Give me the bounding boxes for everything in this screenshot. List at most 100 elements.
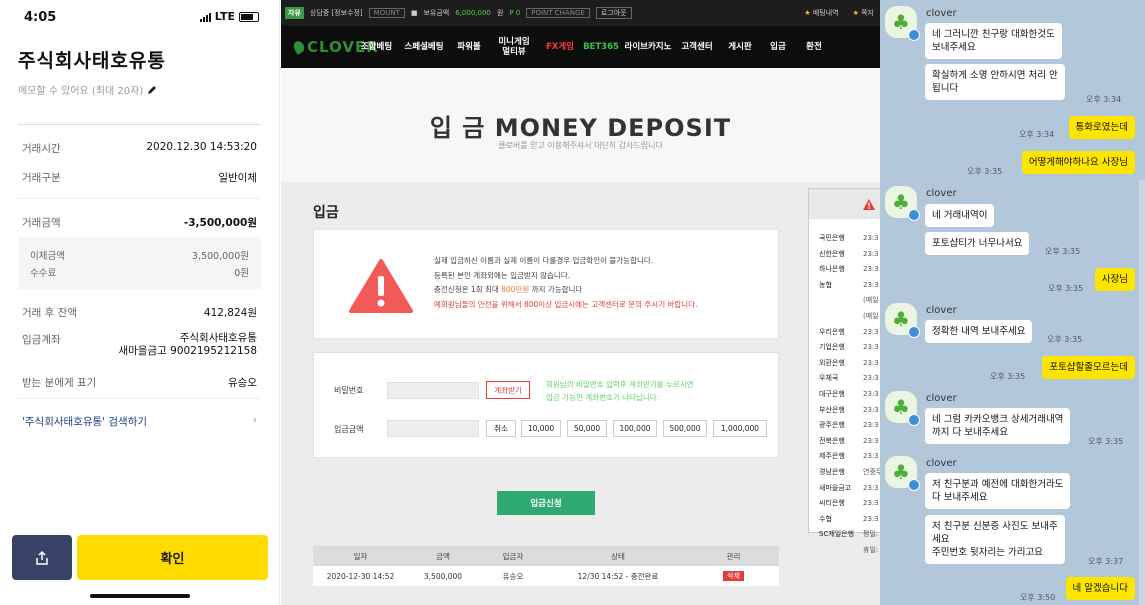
avatar[interactable]: ♣ (885, 391, 920, 426)
avatar[interactable]: ♣ (885, 456, 920, 491)
page-title: 입 금 MONEY DEPOSIT (429, 114, 732, 142)
consult-status[interactable]: 상담중 [정보수정] (310, 8, 363, 18)
bank-row: 우체국 23:3 (819, 371, 879, 387)
avatar[interactable]: ♣ (885, 303, 920, 338)
avatar[interactable]: ♣ (885, 6, 920, 41)
nav-item[interactable]: 게시판 (720, 42, 760, 52)
detail-row-recipient-memo: 받는 분에게 표기 유승오 (22, 377, 257, 389)
bank-name: 우리은행 (819, 327, 845, 336)
password-input[interactable] (387, 382, 479, 399)
timestamp: 오후 3:37 (1088, 557, 1124, 566)
bank-row: 부산은행 23:3 (819, 403, 879, 419)
warning-icon (349, 259, 413, 313)
bank-hours: 23:3 (863, 436, 879, 445)
amount-button[interactable]: 1,000,000 (713, 420, 767, 437)
sender-name: clover (926, 8, 957, 19)
message-out: 어떻게해야하나요 사장님 (1021, 151, 1135, 174)
divider (18, 198, 261, 199)
nav-item[interactable]: 라이브카지노 (622, 42, 674, 52)
detail-row-fee: 수수료 0원 (30, 268, 249, 279)
share-button[interactable] (12, 535, 72, 580)
avatar[interactable]: ♣ (885, 186, 920, 221)
bank-row: 신한은행 23:3 (819, 247, 879, 263)
bank-hours: (매일 (863, 311, 879, 320)
nav-item[interactable]: 조합베팅 (355, 42, 398, 52)
bank-hours: 23:3 (863, 421, 879, 430)
notice-line: 등록된 본인 계좌외에는 입금받지 않습니다. (434, 270, 571, 280)
confirm-button[interactable]: 확인 (77, 535, 268, 580)
message-out: 포토샵할줄모르는데 (1042, 356, 1135, 379)
bank-name: 새마을금고 (819, 483, 852, 492)
detail-row-transfer: 이체금액 3,500,000원 (30, 251, 249, 262)
get-account-button[interactable]: 계좌받기 (486, 381, 530, 399)
bank-hours: 23:3 (863, 483, 879, 492)
bank-name: 부산은행 (819, 405, 845, 414)
search-account-link[interactable]: '주식회사태호유통' 검색하기 › (22, 414, 257, 429)
status-time: 4:05 (24, 10, 57, 25)
amount-button[interactable]: 10,000 (521, 420, 561, 437)
timestamp: 오후 3:35 (1088, 437, 1124, 446)
amount-button[interactable]: 100,000 (613, 420, 657, 437)
level-tag: 자유 (285, 7, 304, 19)
nav-item[interactable]: BET365 (580, 42, 622, 52)
bank-name: 국민은행 (819, 234, 845, 242)
nav-item[interactable]: 고객센터 (674, 42, 720, 52)
detail-row-type: 거래구분 일반이체 (22, 172, 257, 184)
notice-line: 충전신청은 1회 최대 800만원 까지 가능합니다 (434, 285, 583, 294)
bank-name: SC제일은행 (819, 530, 855, 539)
amount-input[interactable] (387, 420, 479, 437)
bank-row: 광주은행 23:3 (819, 418, 879, 434)
pencil-icon[interactable] (147, 85, 157, 95)
network-label: LTE (214, 10, 235, 23)
delete-button[interactable]: 삭제 (723, 571, 744, 581)
message-in: 네 거래내역이 (925, 204, 995, 227)
bank-hours: 23:3 (863, 358, 879, 367)
bank-row: 기업은행 23:3 (819, 340, 879, 356)
timestamp: 오후 3:35 (990, 372, 1026, 381)
bank-row: 국민은행 23:3 (819, 231, 879, 247)
amount-cancel-button[interactable]: 취소 (486, 420, 516, 437)
nav-item[interactable]: FX게임 (540, 42, 580, 52)
bank-row: 하나은행 23:3 (819, 262, 879, 278)
timestamp: 오후 3:35 (1047, 335, 1083, 344)
nav-item[interactable]: 입금 (760, 42, 796, 52)
timestamp: 오후 3:34 (1019, 130, 1055, 139)
nav-item[interactable]: 스페셜베팅 (398, 42, 450, 52)
deposit-submit-button[interactable]: 입금신청 (497, 491, 595, 515)
message-link[interactable]: ★ 쪽지 (853, 8, 874, 18)
memo-field[interactable]: 메모할 수 있어요 (최대 20자) (18, 82, 157, 97)
bank-hours: 23:3 (863, 374, 879, 383)
page-subtitle: 클로버를 믿고 이용해주셔서 대단히 감사드립니다 (498, 141, 663, 150)
bank-hours: 23:3 (863, 343, 879, 352)
bank-name: 농협 (819, 280, 832, 289)
clover-icon (291, 39, 307, 55)
home-indicator (90, 594, 190, 598)
bank-hours: 휴일: (863, 545, 879, 554)
point-change-button[interactable]: POINT CHANGE (526, 8, 590, 18)
table-header: 일자 금액 입금자 상태 관리 (313, 546, 779, 566)
detail-row-time: 거래시간 2020.12.30 14:53:20 (22, 141, 257, 155)
bank-hours: (매일 (863, 296, 879, 305)
status-bar: 4:05 LTE (20, 8, 259, 26)
bet-history-link[interactable]: ★ 배팅내역 (804, 8, 838, 18)
bank-hours: 23:3 (863, 234, 879, 242)
divider (18, 124, 261, 125)
bank-row: 씨티은행 23:3 (819, 496, 879, 512)
site-topbar: 자유 상담중 [정보수정] MOUNT ■ 보유금액 6,000,000 원 P… (281, 0, 880, 26)
bank-name: 경남은행 (819, 467, 845, 476)
amount-button[interactable]: 50,000 (567, 420, 607, 437)
password-label: 비밀번호 (334, 386, 364, 395)
bank-name: 신한은행 (819, 249, 845, 258)
bank-name: 수협 (819, 514, 832, 523)
amount-button[interactable]: 500,000 (663, 420, 707, 437)
message-out: 사장님 (1094, 268, 1135, 291)
scrollbar[interactable] (1139, 180, 1145, 605)
nav-item[interactable]: 환전 (796, 42, 832, 52)
nav-item[interactable]: 파워볼 (450, 42, 488, 52)
bank-row: (매일 (819, 293, 879, 309)
nav-item[interactable]: 미니게임 멀티뷰 (488, 37, 540, 57)
logout-button[interactable]: 로그아웃 (595, 7, 632, 19)
account-button[interactable]: MOUNT (368, 8, 405, 18)
site-navbar: CLOVER 조합베팅 스페셜베팅 파워볼 미니게임 멀티뷰 FX게임 BET3… (281, 26, 880, 68)
share-icon (36, 550, 48, 565)
